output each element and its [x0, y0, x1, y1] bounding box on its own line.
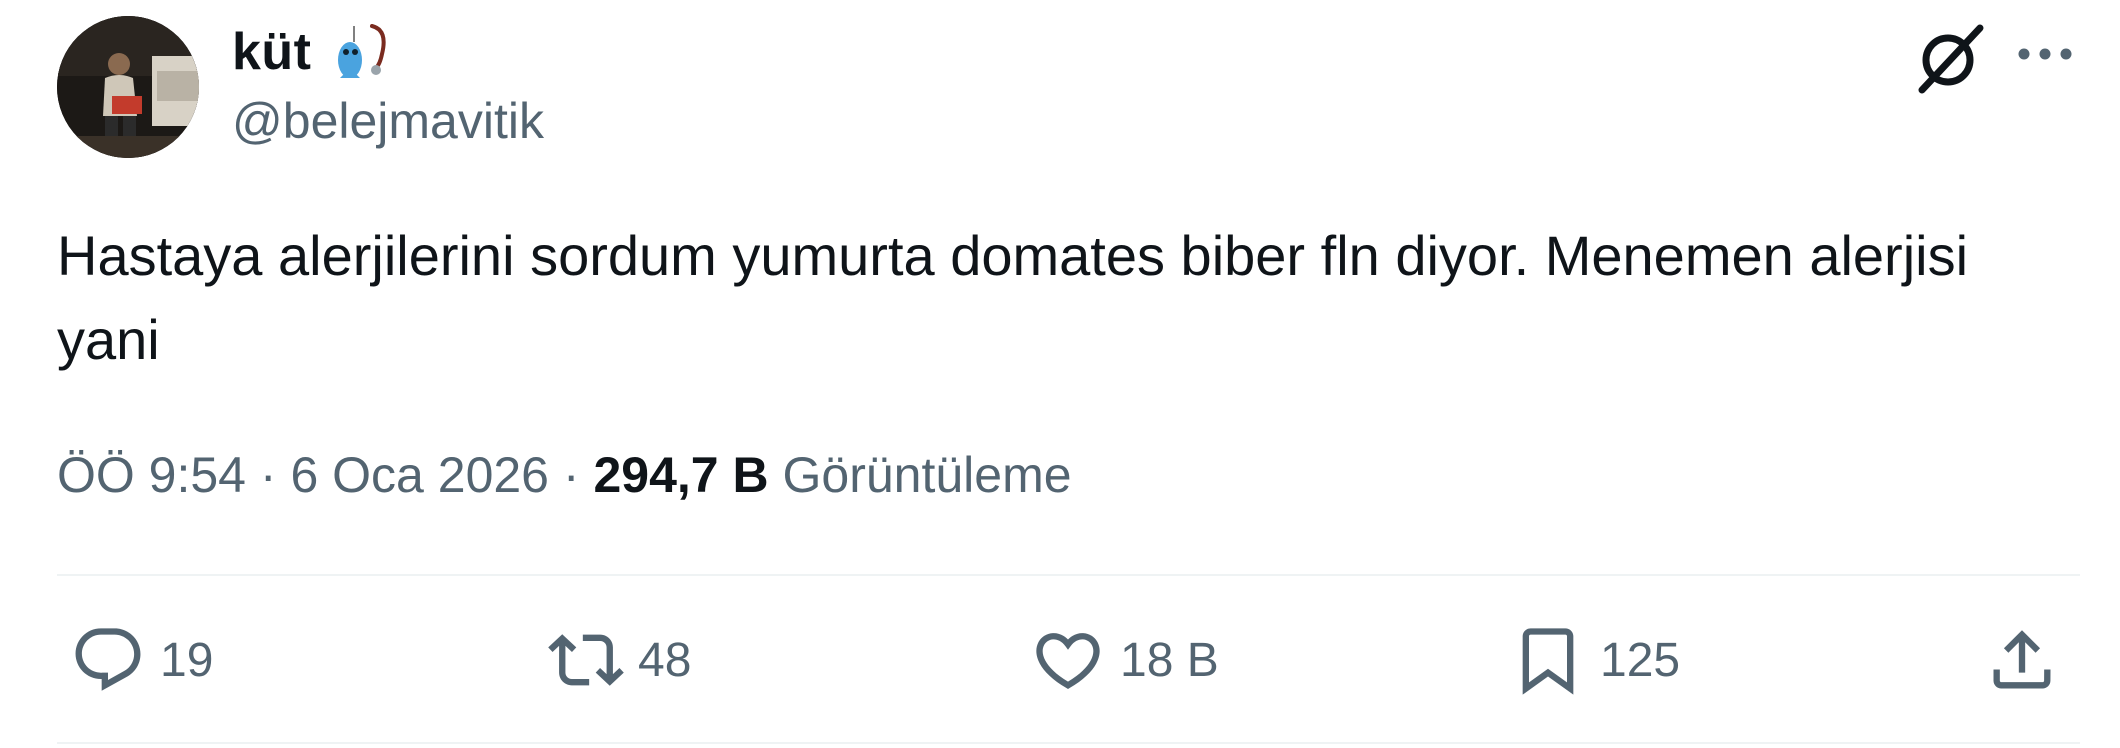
like-count: 18 B — [1120, 633, 1219, 687]
more-horizontal-icon[interactable] — [2010, 24, 2080, 84]
avatar[interactable] — [57, 16, 199, 158]
fishing-emoji-icon — [326, 20, 390, 84]
tweet-meta: ÖÖ 9:54 · 6 Oca 2026 · 294,7 B Görüntüle… — [57, 446, 1072, 504]
views-label: Görüntüleme — [782, 447, 1072, 503]
tweet-time[interactable]: ÖÖ 9:54 — [57, 447, 246, 503]
grok-icon[interactable] — [1912, 20, 1988, 96]
display-name[interactable]: küt — [232, 20, 390, 84]
display-name-text: küt — [232, 23, 312, 81]
heart-icon — [1030, 622, 1106, 698]
share-icon — [1984, 622, 2060, 698]
retweet-count: 48 — [638, 633, 692, 687]
retweet-button[interactable]: 48 — [548, 622, 691, 698]
views-count[interactable]: 294,7 B — [593, 447, 768, 503]
meta-separator: · — [259, 447, 277, 503]
retweet-icon — [548, 622, 624, 698]
divider — [57, 574, 2080, 576]
tweet-date[interactable]: 6 Oca 2026 — [290, 447, 549, 503]
like-button[interactable]: 18 B — [1030, 622, 1219, 698]
bookmark-icon — [1510, 622, 1586, 698]
bookmark-button[interactable]: 125 — [1510, 622, 1680, 698]
tweet-card: küt @belejmavitik Hastaya alerjilerini s… — [0, 0, 2120, 748]
reply-count: 19 — [160, 633, 214, 687]
reply-icon — [70, 622, 146, 698]
tweet-text: Hastaya alerjilerini sordum yumurta doma… — [57, 224, 1969, 371]
bookmark-count: 125 — [1600, 633, 1681, 687]
share-button[interactable] — [1984, 622, 2060, 698]
divider — [57, 742, 2080, 744]
user-handle[interactable]: @belejmavitik — [232, 92, 544, 150]
reply-button[interactable]: 19 — [70, 622, 213, 698]
meta-separator: · — [562, 447, 580, 503]
